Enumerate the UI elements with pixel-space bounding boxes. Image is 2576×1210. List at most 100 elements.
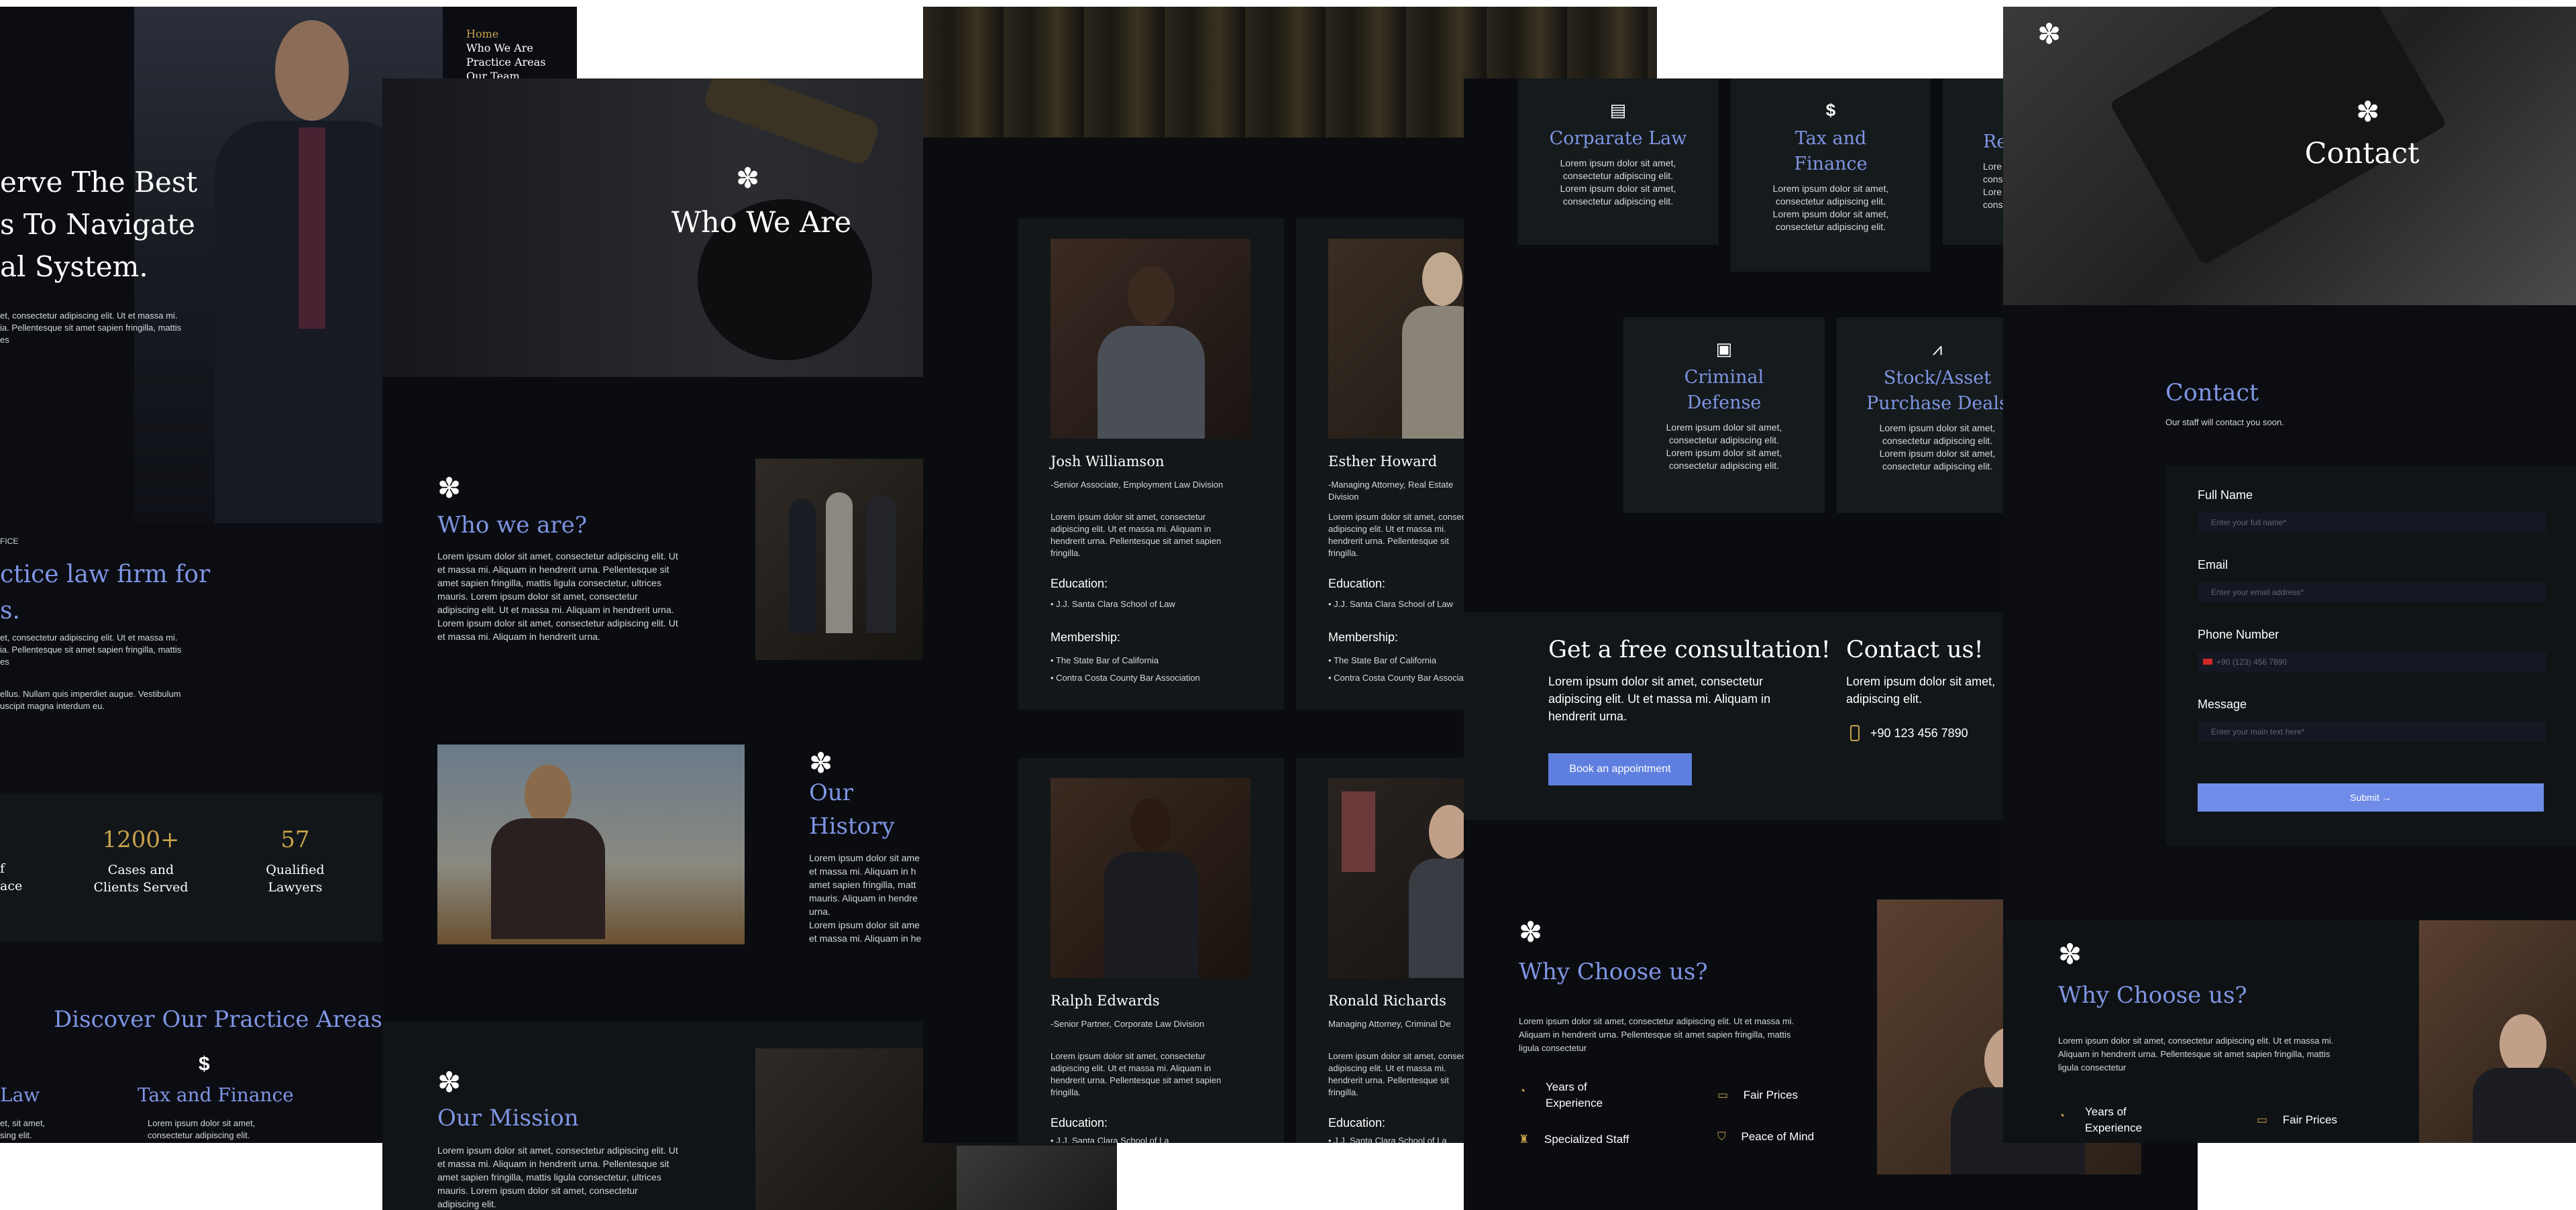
service-title: Corparate Law <box>1549 128 1687 149</box>
phone-icon <box>1850 725 1860 741</box>
ralph-education: • J.J. Santa Clara School of La <box>1051 1136 1169 1143</box>
full-name-label: Full Name <box>2198 488 2253 502</box>
email-input[interactable]: Enter your email address* <box>2198 582 2546 602</box>
nav-who-link[interactable]: Who We Are <box>466 41 545 55</box>
mission-portrait-photo <box>957 1146 1117 1210</box>
logo-icon: ✽ <box>736 162 760 194</box>
stat-lawyers: 57 Qualified Lawyers <box>266 826 325 895</box>
book-appointment-button[interactable]: Book an appointment <box>1548 753 1692 785</box>
ronald-role: Managing Attorney, Criminal De <box>1328 1019 1451 1029</box>
josh-role: -Senior Associate, Employment Law Divisi… <box>1051 480 1224 490</box>
esther-education: • J.J. Santa Clara School of Law <box>1328 599 1453 609</box>
josh-bio: Lorem ipsum dolor sit amet, consectetur a… <box>1051 512 1222 558</box>
mission-heading: Our Mission <box>437 1105 579 1132</box>
feature-peace-of-mind: ⛉ Peace of Mind <box>1717 1130 1815 1143</box>
feature-fair-prices: ▭ Fair Prices <box>2257 1113 2338 1126</box>
why-heading: Why Choose us? <box>2058 982 2247 1009</box>
nav-practice-link[interactable]: Practice Areas <box>466 55 545 69</box>
discover-heading: Discover Our Practice Areas <box>54 1006 382 1033</box>
service-desc: Lorem ipsum dolor sit amet, consectetur a… <box>1772 183 1889 232</box>
document-icon: ▤ <box>1609 100 1627 120</box>
laptop-hero-image: ✽ ✽ Contact <box>2003 7 2576 305</box>
practice-law-desc: et, sit amet, sing elit. <box>0 1118 46 1140</box>
who-heading: Who we are? <box>437 512 588 539</box>
logo-icon: ✽ <box>2037 18 2061 50</box>
briefcase-icon: ▣ <box>1715 339 1733 359</box>
consultation-text: Lorem ipsum dolor sit amet, consectetur a… <box>1548 675 1771 723</box>
phone-label: Phone Number <box>2198 628 2279 641</box>
staff-icon: ♜ <box>1519 1133 1529 1146</box>
service-card-tax[interactable]: $ Tax and Finance Lorem ipsum dolor sit a… <box>1731 78 1931 272</box>
logo-icon-center: ✽ <box>2356 96 2380 127</box>
practice-tax-title: Tax and Finance <box>138 1084 294 1106</box>
message-input[interactable]: Enter your main text here* <box>2198 722 2546 742</box>
josh-education-label: Education: <box>1051 577 1108 590</box>
feature-staff: ♜ Specialized Staff <box>1519 1133 1629 1146</box>
about-text-1: et, consectetur adipiscing elit. Ut et m… <box>0 632 182 667</box>
contact-panel: ✽ ✽ Contact Contact Our staff will conta… <box>2003 7 2576 1143</box>
feature-fair-prices: ▭ Fair Prices <box>1717 1089 1799 1101</box>
lawyer-desk-photo <box>437 745 745 944</box>
clock-icon: ◔ <box>1519 1085 1526 1097</box>
meeting-photo <box>2419 920 2576 1143</box>
why-logo-icon: ✽ <box>1519 916 1543 948</box>
esther-membership: • The State Bar of California • Contra Co… <box>1328 655 1466 683</box>
who-logo-icon: ✽ <box>437 472 462 504</box>
submit-button[interactable]: Submit → <box>2198 783 2544 812</box>
arrow-right-icon: → <box>2381 792 2392 803</box>
service-title: Criminal Defense <box>1684 367 1764 413</box>
josh-photo <box>1051 239 1250 439</box>
phone-number[interactable]: +90 123 456 7890 <box>1870 726 1968 740</box>
stat-1: f ace <box>0 861 23 893</box>
ralph-photo <box>1051 778 1250 978</box>
price-tag-icon: ▭ <box>1717 1089 1729 1101</box>
office-label: FICE <box>0 537 19 546</box>
josh-membership: • The State Bar of California • Contra Co… <box>1051 655 1200 683</box>
ralph-name: Ralph Edwards <box>1051 993 1160 1009</box>
josh-name: Josh Williamson <box>1051 453 1165 470</box>
dollar-icon: $ <box>199 1053 210 1075</box>
stat-cases: 1200+ Cases and Clients Served <box>93 826 189 895</box>
nav-home-link[interactable]: Home <box>466 27 545 41</box>
hero-text: et, consectetur adipiscing elit. Ut et m… <box>0 311 182 345</box>
ralph-education-label: Education: <box>1051 1116 1108 1130</box>
mission-text: Lorem ipsum dolor sit amet, consectetur … <box>437 1145 678 1209</box>
ronald-name: Ronald Richards <box>1328 993 1446 1009</box>
why-logo-icon: ✽ <box>2058 938 2082 970</box>
contact-form: Full Name Enter your full name* Email En… <box>2165 465 2576 845</box>
full-name-input[interactable]: Enter your full name* <box>2198 512 2546 533</box>
why-heading: Why Choose us? <box>1519 958 1708 985</box>
esther-bio: Lorem ipsum dolor sit amet, consectetur a… <box>1328 512 1484 558</box>
esther-membership-label: Membership: <box>1328 630 1399 644</box>
service-card-criminal[interactable]: ▣ Criminal Defense Lorem ipsum dolor sit … <box>1623 317 1825 513</box>
phone-input[interactable]: +90 (123) 456 7890 <box>2198 652 2546 672</box>
contact-heading: Contact us! <box>1846 637 1984 663</box>
why-text: Lorem ipsum dolor sit amet, consectetur … <box>2058 1036 2334 1072</box>
why-section: ✽ Why Choose us? Lorem ipsum dolor sit a… <box>2003 920 2576 1143</box>
contact-hero-title: Contact <box>2304 137 2420 170</box>
ronald-education-label: Education: <box>1328 1116 1386 1130</box>
josh-membership-label: Membership: <box>1051 630 1121 644</box>
why-text: Lorem ipsum dolor sit amet, consectetur … <box>1519 1016 1794 1053</box>
feature-experience: ◔ Years of Experience <box>2058 1105 2143 1134</box>
dollar-icon: $ <box>1825 100 1836 120</box>
ralph-role: -Senior Partner, Corporate Law Division <box>1051 1019 1205 1029</box>
hero-heading: erve The Best s To Navigate al System. <box>0 166 198 283</box>
contact-subtitle: Our staff will contact you soon. <box>2165 417 2284 427</box>
esther-name: Esther Howard <box>1328 453 1438 470</box>
who-text: Lorem ipsum dolor sit amet, consectetur … <box>437 551 678 642</box>
team-card-josh: Josh Williamson -Senior Associate, Emplo… <box>1018 219 1284 710</box>
history-text: Lorem ipsum dolor sit ame et massa mi. Al… <box>809 852 922 944</box>
service-title: Tax and Finance <box>1794 128 1868 174</box>
service-card-corporate[interactable]: ▤ Corparate Law Lorem ipsum dolor sit am… <box>1517 78 1719 245</box>
practice-law-title: Law <box>0 1084 40 1106</box>
ralph-bio: Lorem ipsum dolor sit amet, consectetur a… <box>1051 1051 1222 1097</box>
consultation-heading: Get a free consultation! <box>1548 637 1831 663</box>
contact-heading: Contact <box>2165 380 2259 406</box>
flag-icon[interactable] <box>2203 659 2212 665</box>
esther-role: -Managing Attorney, Real Estate Division <box>1328 480 1454 502</box>
service-desc: Lorem ipsum dolor sit amet, consectetur a… <box>1560 158 1676 207</box>
about-heading: ctice law firm for s. <box>0 561 211 624</box>
shield-check-icon: ⛉ <box>1717 1130 1726 1143</box>
about-text-2: ellus. Nullam quis imperdiet augue. Vest… <box>0 689 181 711</box>
